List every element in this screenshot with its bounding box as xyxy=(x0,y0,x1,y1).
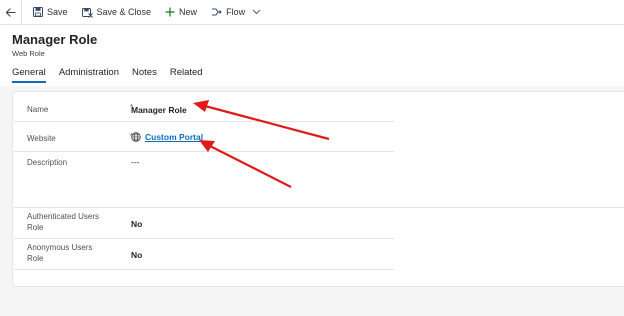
tab-notes[interactable]: Notes xyxy=(132,67,157,83)
anonymous-users-role-value[interactable]: No xyxy=(131,250,142,260)
website-field-row: Website * Custom Portal xyxy=(14,122,394,152)
authenticated-users-role-label: Authenticated Users Role xyxy=(27,211,99,233)
authenticated-label-line2: Role xyxy=(27,223,44,232)
anonymous-users-role-row: Anonymous Users Role No xyxy=(14,239,394,270)
authenticated-users-role-row: Authenticated Users Role No xyxy=(14,208,394,239)
plus-icon xyxy=(165,7,175,17)
new-label: New xyxy=(179,7,198,17)
save-button[interactable]: Save xyxy=(26,0,75,25)
back-arrow-icon xyxy=(5,7,16,17)
flow-label: Flow xyxy=(226,7,246,17)
command-bar: Save Save & Close New Flow xyxy=(0,0,624,25)
form-tabs: General Administration Notes Related xyxy=(12,67,203,83)
authenticated-label-line1: Authenticated Users xyxy=(27,212,100,221)
description-field-row: Description --- xyxy=(14,152,624,208)
save-and-close-button[interactable]: Save & Close xyxy=(75,0,159,25)
tab-related[interactable]: Related xyxy=(170,67,203,83)
name-field-row: Name * Manager Role xyxy=(14,92,394,122)
record-header: Manager Role Web Role xyxy=(12,32,97,59)
floppy-disk-icon xyxy=(33,7,43,17)
save-close-icon xyxy=(81,7,93,18)
anonymous-users-role-label: Anonymous Users Role xyxy=(27,242,92,264)
general-section-card: Name * Manager Role Website * Custom Por… xyxy=(12,91,624,287)
website-lookup-link[interactable]: Custom Portal xyxy=(145,132,203,142)
page-title: Manager Role xyxy=(12,32,98,47)
name-input[interactable]: Manager Role xyxy=(131,105,187,115)
new-button[interactable]: New xyxy=(158,0,204,25)
description-input[interactable]: --- xyxy=(131,157,140,167)
flow-button[interactable]: Flow xyxy=(204,0,268,25)
website-lookup-value[interactable]: Custom Portal xyxy=(131,132,203,142)
authenticated-users-role-value[interactable]: No xyxy=(131,219,142,229)
name-label: Name xyxy=(27,105,49,114)
flow-icon xyxy=(212,8,222,16)
save-and-close-label: Save & Close xyxy=(96,7,152,17)
tab-general[interactable]: General xyxy=(12,67,46,83)
globe-icon xyxy=(131,132,141,142)
save-label: Save xyxy=(47,7,68,17)
anonymous-label-line1: Anonymous Users xyxy=(27,243,93,252)
description-label: Description xyxy=(27,158,68,167)
back-button[interactable] xyxy=(0,0,22,25)
tab-administration[interactable]: Administration xyxy=(59,67,119,83)
entity-type-label: Web Role xyxy=(12,49,45,58)
chevron-down-icon[interactable] xyxy=(252,9,261,15)
anonymous-label-line2: Role xyxy=(27,254,44,263)
website-label: Website xyxy=(27,134,56,143)
